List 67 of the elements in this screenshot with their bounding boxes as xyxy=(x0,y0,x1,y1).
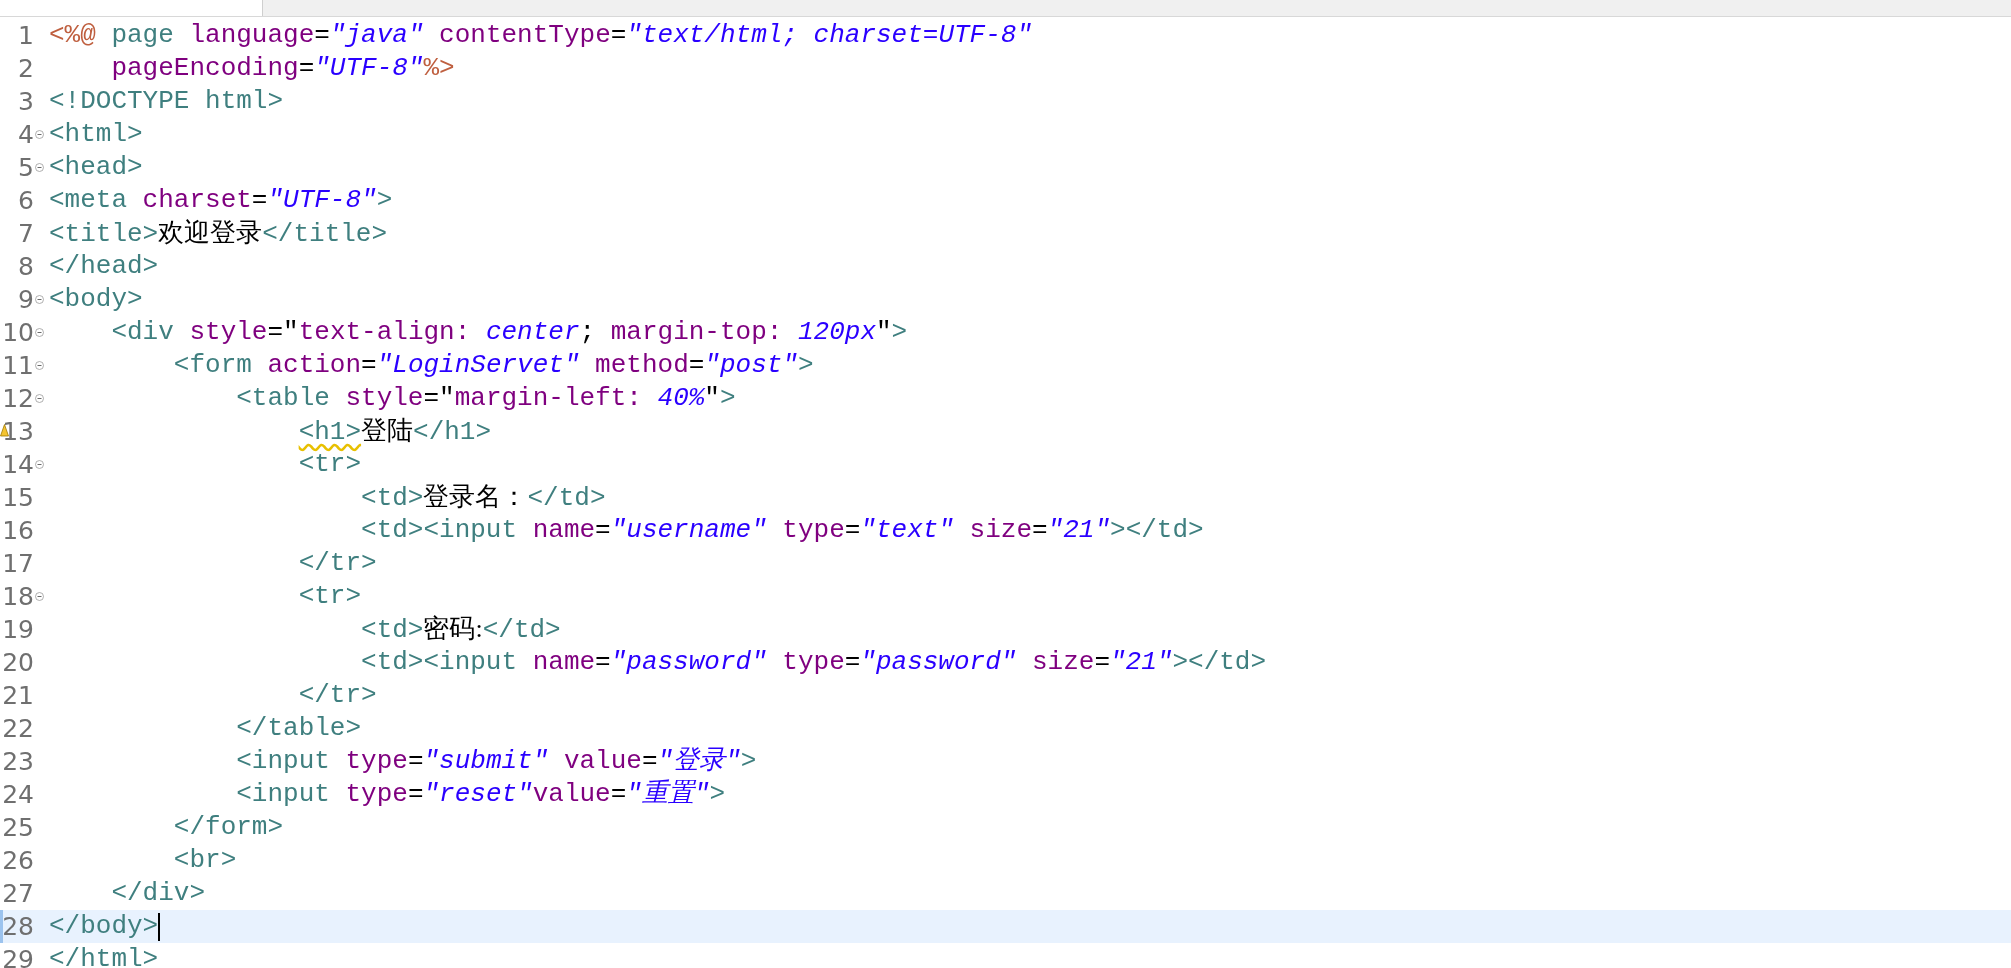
code-line: <html> xyxy=(49,118,143,151)
fold-icon[interactable] xyxy=(35,130,44,139)
code-line: <td><input name="username" type="text" size="21"></td> xyxy=(360,514,1204,547)
code-line: pageEncoding="UTF-8"%> xyxy=(110,52,455,85)
code-line: <td>密码:</td> xyxy=(360,613,561,647)
code-line: <tr> xyxy=(297,448,362,481)
line-number: 6 xyxy=(18,185,34,217)
line-number: 25 xyxy=(2,812,34,844)
line-number: 1 xyxy=(18,20,34,52)
line-number: 7 xyxy=(18,218,34,250)
code-line: </form> xyxy=(172,811,284,844)
line-number: 18 xyxy=(2,581,34,613)
line-number: 23 xyxy=(2,746,34,778)
code-line: <h1>登陆</h1> xyxy=(297,415,492,449)
line-number: 10 xyxy=(2,317,34,349)
fold-icon[interactable] xyxy=(35,295,44,304)
fold-icon[interactable] xyxy=(35,361,44,370)
code-line: <input type="submit" value="登录"> xyxy=(235,745,757,778)
line-number: 4 xyxy=(18,119,34,151)
line-number: 17 xyxy=(2,548,34,580)
fold-icon[interactable] xyxy=(35,394,44,403)
code-line: <title>欢迎登录</title> xyxy=(49,217,388,251)
line-number: 29 xyxy=(2,944,34,968)
line-number: 14 xyxy=(2,449,34,481)
code-line: <%@ page language="java" contentType="text/html; charset=UTF-8" xyxy=(49,19,1032,52)
code-line: <td><input name="password" type="password" size="21"></td> xyxy=(360,646,1267,679)
line-number: 8 xyxy=(18,251,34,283)
fold-icon[interactable] xyxy=(35,460,44,469)
line-number: 22 xyxy=(2,713,34,745)
fold-icon[interactable] xyxy=(35,328,44,337)
code-line: </div> xyxy=(110,877,206,910)
text-cursor xyxy=(158,912,161,941)
line-number: 28 xyxy=(2,911,34,943)
line-number: 26 xyxy=(2,845,34,877)
line-number: 20 xyxy=(2,647,34,679)
line-number: 3 xyxy=(18,86,34,118)
code-line: </table> xyxy=(235,712,362,745)
line-number: 12 xyxy=(2,383,34,415)
code-line: <meta charset="UTF-8"> xyxy=(49,184,393,217)
code-line: <tr> xyxy=(297,580,362,613)
fold-icon[interactable] xyxy=(35,163,44,172)
code-line: </body> xyxy=(49,910,159,943)
line-number: 27 xyxy=(2,878,34,910)
line-number: 2 xyxy=(18,53,34,85)
fold-icon[interactable] xyxy=(35,592,44,601)
line-number: 24 xyxy=(2,779,34,811)
code-line: </html> xyxy=(49,943,159,968)
code-line: <head> xyxy=(49,151,143,184)
code-line: <br> xyxy=(172,844,237,877)
code-line: </head> xyxy=(49,250,159,283)
code-line: <table style="margin-left: 40%"> xyxy=(235,382,736,415)
code-line: <input type="reset"value="重置"> xyxy=(235,778,726,811)
code-line: <form action="LoginServet" method="post"> xyxy=(172,349,814,382)
code-line: <td>登录名：</td> xyxy=(360,481,606,515)
code-line: </tr> xyxy=(297,679,377,712)
line-number: 16 xyxy=(2,515,34,547)
line-number: 11 xyxy=(2,350,34,382)
code-line: <div style="text-align: center; margin-top: 120px"> xyxy=(110,316,908,349)
code-line: <body> xyxy=(49,283,143,316)
line-number: 5 xyxy=(18,152,34,184)
line-number: 13 xyxy=(2,416,34,448)
code-line: <!DOCTYPE html> xyxy=(49,85,284,118)
line-number: 15 xyxy=(2,482,34,514)
line-number: 9 xyxy=(18,284,34,316)
line-number: 21 xyxy=(2,680,34,712)
code-line: </tr> xyxy=(297,547,377,580)
line-number: 19 xyxy=(2,614,34,646)
